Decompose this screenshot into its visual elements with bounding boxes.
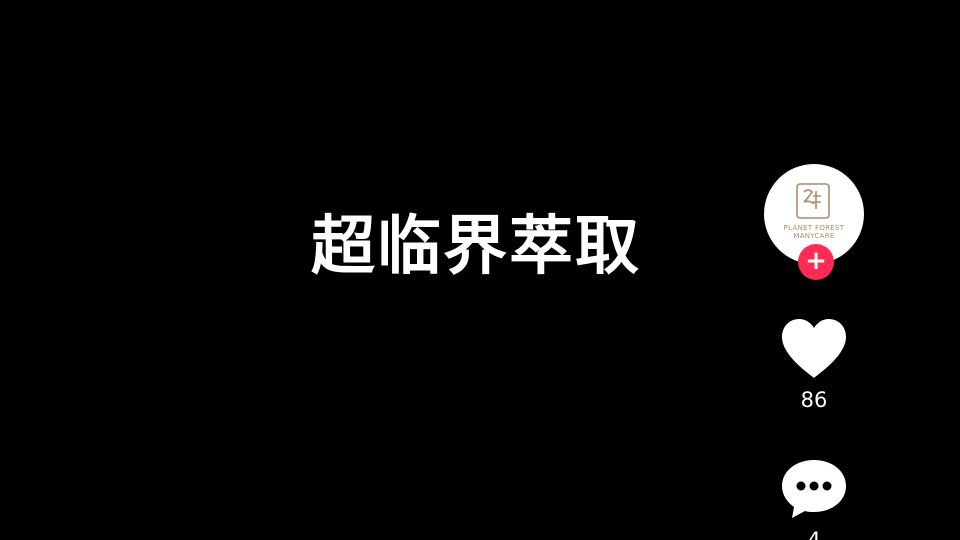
brand-logo-icon (796, 183, 830, 219)
comment-icon[interactable] (778, 456, 850, 522)
video-screen[interactable]: 超临界萃取 PLANET FOREST MANYCARE + 86 4 (0, 0, 960, 540)
brand-logo-text: PLANET FOREST MANYCARE (783, 224, 845, 240)
comment-count: 4 (807, 528, 821, 540)
follow-button[interactable]: + (798, 244, 834, 280)
like-count: 86 (800, 388, 828, 412)
heart-icon[interactable] (778, 316, 850, 380)
creator-avatar-group: PLANET FOREST MANYCARE + (764, 164, 864, 280)
